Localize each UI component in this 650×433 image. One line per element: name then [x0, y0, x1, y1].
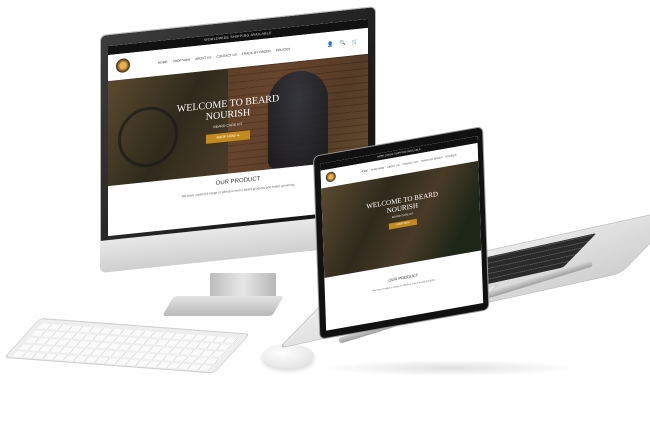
laptop-lid: WORLDWIDE SHIPPING AVAILABLE HOME SHOP N…	[313, 126, 490, 340]
brand-logo[interactable]	[116, 57, 130, 74]
laptop-nav-item-home[interactable]: HOME	[361, 169, 368, 173]
cart-icon[interactable]: 🛒	[352, 39, 358, 46]
header-icons: 👤 🔍 🛒	[327, 39, 358, 48]
laptop-screen: WORLDWIDE SHIPPING AVAILABLE HOME SHOP N…	[320, 136, 484, 331]
nav-item-shop-now[interactable]: SHOP NOW	[173, 58, 191, 64]
laptop-nav-item-contact-us[interactable]: CONTACT US	[402, 161, 417, 167]
laptop-nav-item-about-us[interactable]: ABOUT US	[387, 164, 399, 169]
laptop-brand-logo[interactable]	[325, 171, 337, 183]
monitor-stand-base	[162, 296, 284, 316]
nav-item-home[interactable]: HOME	[158, 60, 168, 65]
mouse	[262, 344, 314, 368]
laptop-shop-now-button[interactable]: SHOP NOW	[388, 218, 418, 230]
main-nav: HOME SHOP NOW ABOUT US CONTACT US TRACK …	[158, 47, 290, 65]
nav-item-contact-us[interactable]: CONTACT US	[216, 53, 236, 59]
user-icon[interactable]: 👤	[327, 41, 333, 48]
nav-item-track-order[interactable]: TRACK MY ORDER	[242, 49, 271, 56]
nav-item-about-us[interactable]: ABOUT US	[195, 55, 211, 61]
laptop-nav-item-policies[interactable]: POLICIES	[445, 154, 456, 159]
laptop-nav-item-shop-now[interactable]: SHOP NOW	[371, 166, 384, 171]
nav-item-policies[interactable]: POLICIES	[276, 47, 291, 53]
laptop-shadow	[320, 360, 580, 376]
search-icon[interactable]: 🔍	[340, 40, 346, 47]
keyboard	[3, 318, 251, 374]
laptop-nav-item-track-order[interactable]: TRACK MY ORDER	[421, 156, 443, 163]
